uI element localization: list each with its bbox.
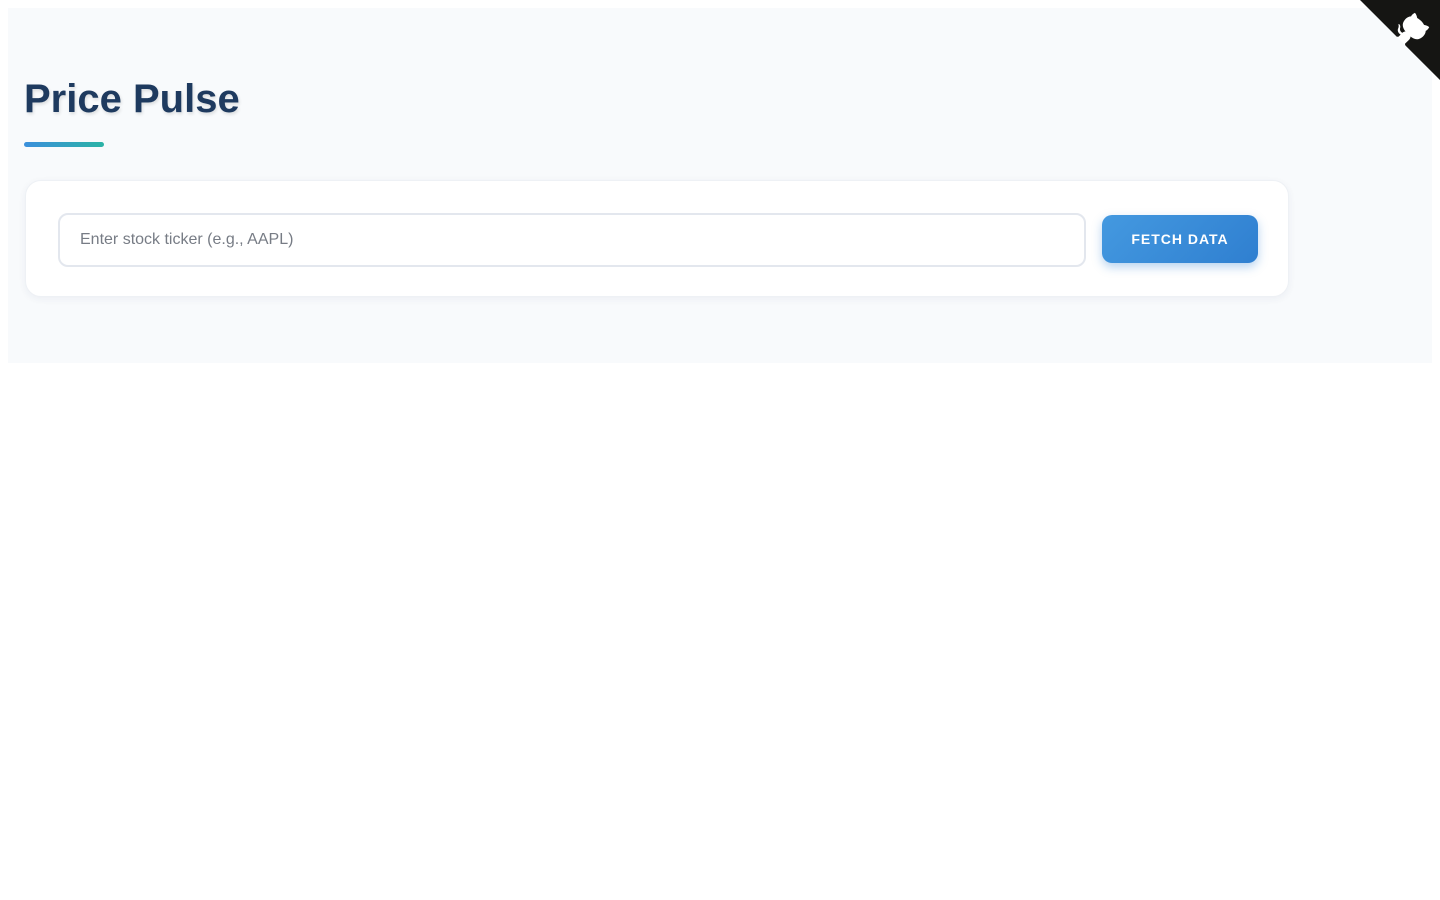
app-container: Price Pulse FETCH DATA bbox=[8, 8, 1432, 363]
fetch-data-button[interactable]: FETCH DATA bbox=[1102, 215, 1258, 263]
search-card: FETCH DATA bbox=[25, 180, 1289, 297]
github-icon bbox=[1360, 0, 1440, 80]
page-title: Price Pulse bbox=[24, 77, 240, 121]
ticker-search-input[interactable] bbox=[58, 213, 1086, 267]
github-corner-link[interactable] bbox=[1360, 0, 1440, 80]
title-underline bbox=[24, 142, 104, 147]
